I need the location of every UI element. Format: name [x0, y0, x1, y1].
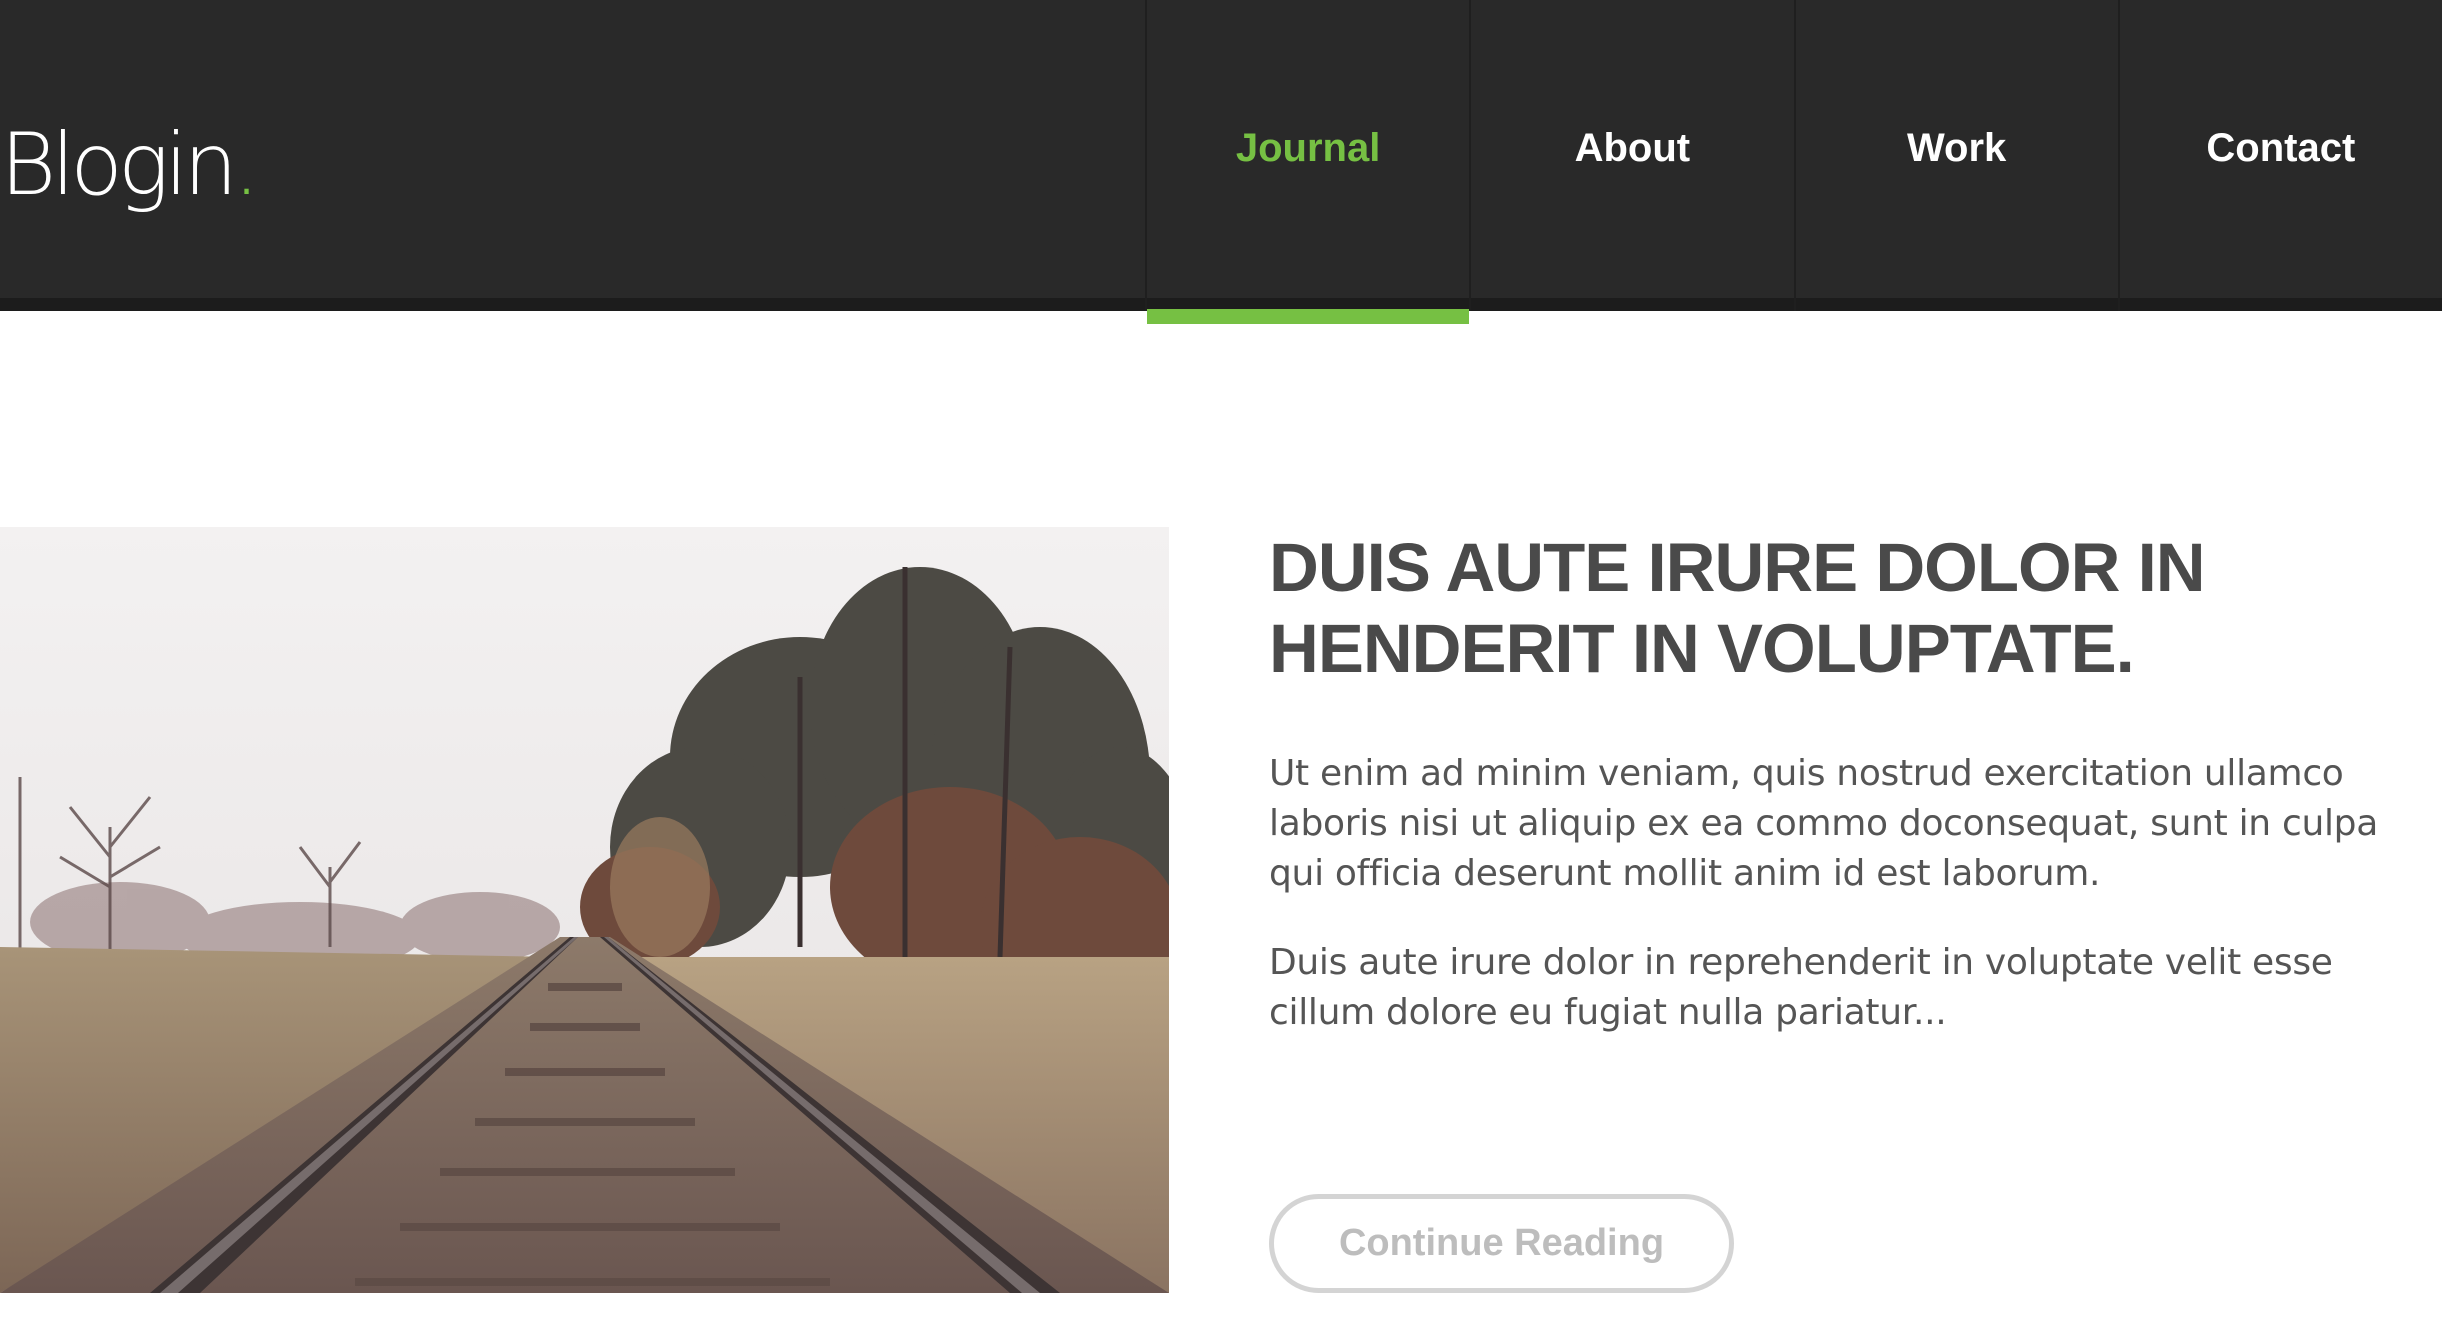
main-nav: Journal About Work Contact — [1145, 0, 2442, 324]
nav-item-about[interactable]: About — [1469, 0, 1793, 311]
post-title[interactable]: DUIS AUTE IRURE DOLOR IN HENDERIT IN VOL… — [1269, 527, 2419, 689]
site-logo[interactable]: Blogin. — [0, 115, 260, 215]
active-nav-indicator — [1147, 309, 1470, 324]
post-featured-image[interactable] — [0, 527, 1169, 1293]
nav-item-label: Contact — [2206, 126, 2356, 170]
logo-text: Blogin — [0, 115, 238, 215]
nav-item-journal[interactable]: Journal — [1145, 0, 1470, 324]
post-content: DUIS AUTE IRURE DOLOR IN HENDERIT IN VOL… — [1269, 527, 2419, 1038]
post-paragraph: Duis aute irure dolor in reprehenderit i… — [1269, 942, 2333, 1033]
continue-reading-label: Continue Reading — [1338, 1222, 1665, 1264]
logo-dot: . — [232, 115, 260, 215]
nav-item-label: About — [1574, 126, 1691, 170]
post-paragraph: Ut enim ad minim veniam, quis nostrud ex… — [1269, 753, 2378, 894]
site-header: Blogin. Journal About Work Contact — [0, 0, 2442, 324]
continue-reading-button[interactable]: Continue Reading — [1269, 1194, 1734, 1293]
nav-item-work[interactable]: Work — [1793, 0, 2118, 311]
nav-item-label: Journal — [1235, 126, 1381, 170]
nav-item-contact[interactable]: Contact — [2117, 0, 2442, 311]
nav-item-label: Work — [1906, 126, 2007, 170]
